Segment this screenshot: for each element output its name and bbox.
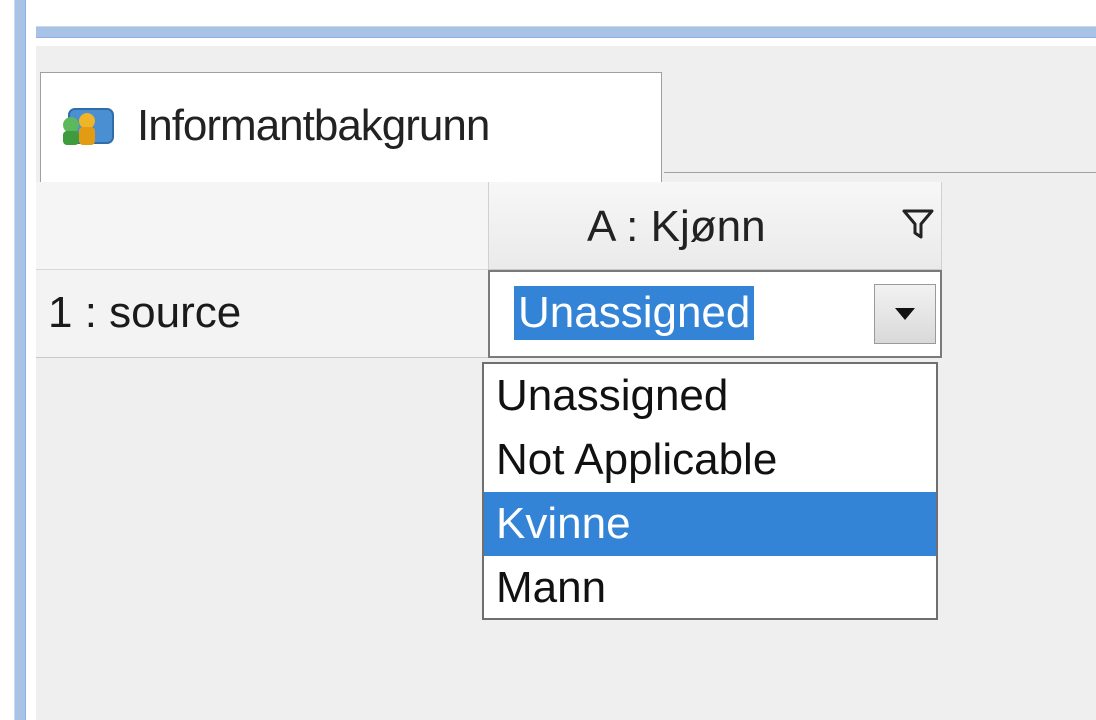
data-grid: A : Kjønn 1 : source Unassigned: [36, 182, 942, 362]
gender-select[interactable]: Unassigned: [488, 270, 942, 358]
table-row: 1 : source Unassigned: [36, 270, 942, 362]
column-header-kjonn[interactable]: A : Kjønn: [488, 182, 942, 270]
tab-strip-line: [664, 172, 1096, 173]
users-icon: [55, 105, 117, 153]
dropdown-option-not-applicable[interactable]: Not Applicable: [484, 428, 936, 492]
window-left-border: [14, 0, 26, 720]
gender-select-value[interactable]: Unassigned: [514, 286, 755, 340]
filter-icon[interactable]: [901, 206, 935, 242]
gender-dropdown-list: Unassigned Not Applicable Kvinne Mann: [482, 362, 938, 620]
dropdown-option-mann[interactable]: Mann: [484, 556, 936, 620]
tab-label: Informantbakgrunn: [137, 101, 490, 150]
column-header-label: A : Kjønn: [587, 202, 766, 251]
main-panel: Informantbakgrunn A : Kjønn 1 : source U…: [36, 46, 1096, 720]
grid-corner-header: [36, 182, 488, 270]
chevron-down-icon: [895, 308, 915, 320]
dropdown-option-kvinne[interactable]: Kvinne: [484, 492, 936, 556]
tab-strip: Informantbakgrunn: [36, 46, 1096, 182]
row-header[interactable]: 1 : source: [36, 270, 488, 358]
tab-informantbakgrunn[interactable]: Informantbakgrunn: [40, 72, 662, 182]
window-left-frame: [0, 0, 36, 720]
dropdown-button[interactable]: [874, 284, 936, 344]
row-header-label: 1 : source: [48, 288, 242, 337]
window-top-frame: [0, 0, 1096, 38]
dropdown-option-unassigned[interactable]: Unassigned: [484, 364, 936, 428]
window-top-border: [14, 26, 1096, 38]
